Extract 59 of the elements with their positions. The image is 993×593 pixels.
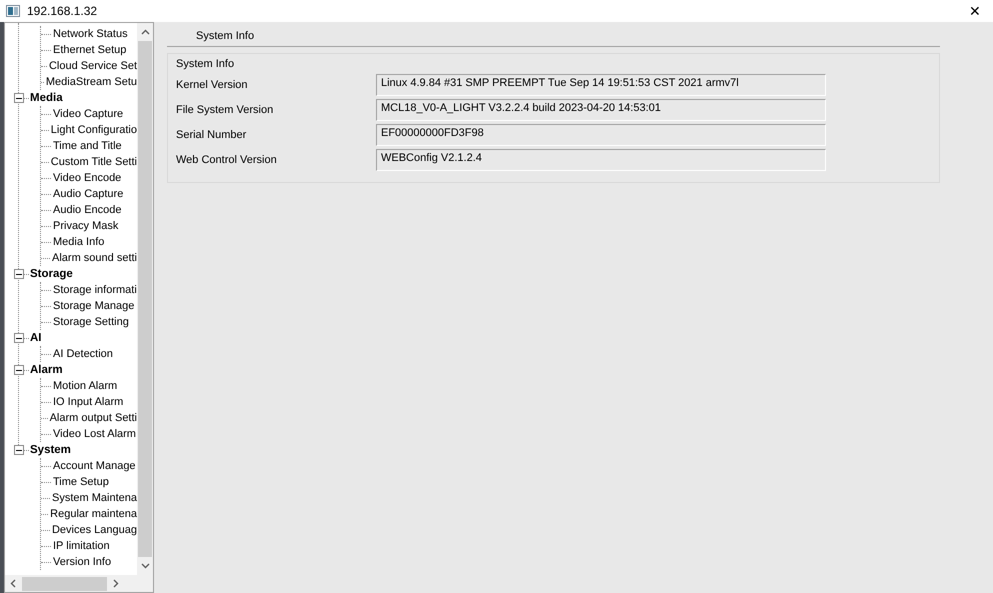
collapse-toggle[interactable] (14, 445, 24, 455)
tree-item[interactable]: Audio Encode (53, 204, 122, 216)
tree-item[interactable]: MediaStream Setu (46, 76, 137, 88)
scroll-up-icon[interactable] (140, 29, 150, 35)
tree-item[interactable]: Storage Setting (53, 316, 129, 328)
tree-item[interactable]: Video Encode (53, 172, 122, 184)
collapse-toggle[interactable] (14, 365, 24, 375)
tree-item[interactable]: Storage Manage (53, 300, 134, 312)
tree-group[interactable]: System (30, 444, 71, 456)
tree-item[interactable]: Time and Title (53, 140, 122, 152)
scroll-thumb[interactable] (138, 41, 152, 557)
tree-item[interactable]: Motion Alarm (53, 380, 118, 392)
tab[interactable]: System Info (196, 30, 254, 42)
tree-group[interactable]: Media (30, 92, 63, 104)
tree-group[interactable]: AI (30, 332, 42, 344)
scroll-thumb[interactable] (22, 576, 107, 590)
field-label: Web Control Version (176, 154, 278, 166)
window-title: 192.168.1.32 (27, 4, 98, 18)
text-field[interactable]: EF00000000FD3F98 (376, 124, 826, 146)
vertical-scrollbar[interactable] (137, 23, 153, 575)
collapse-toggle[interactable] (14, 333, 24, 343)
scroll-right-icon[interactable] (113, 579, 119, 588)
tree-item[interactable]: Custom Title Setti (50, 156, 137, 168)
tree-item[interactable]: Account Manage (53, 460, 136, 472)
scroll-down-icon[interactable] (140, 563, 150, 569)
tree-item[interactable]: System Maintena (52, 492, 137, 504)
tree-item[interactable]: AI Detection (53, 348, 113, 360)
tree-item[interactable]: Video Capture (53, 108, 124, 120)
collapse-toggle[interactable] (14, 269, 24, 279)
tree-item[interactable]: Video Lost Alarm (53, 428, 136, 440)
text-field[interactable]: MCL18_V0-A_LIGHT V3.2.2.4 build 2023-04-20 14:53:01 (376, 98, 826, 120)
close-button[interactable]: ✕ (963, 3, 987, 19)
tree-group[interactable]: Storage (30, 268, 73, 280)
text-field[interactable]: Linux 4.9.84 #31 SMP PREEMPT Tue Sep 14 19:51:53 CST 2021 armv7l (376, 74, 826, 96)
tree-item[interactable]: Ethernet Setup (53, 44, 126, 56)
tree-item[interactable]: Storage informati (53, 284, 137, 296)
window-icon (6, 5, 20, 17)
tree-item[interactable]: Privacy Mask (53, 220, 118, 232)
tree-item[interactable]: Devices Languag (52, 524, 137, 536)
tree-item[interactable]: Audio Capture (53, 188, 124, 200)
tree-item[interactable]: Media Info (53, 236, 104, 248)
field-label: Kernel Version (176, 78, 249, 90)
tree-item[interactable]: Regular maintena (50, 508, 137, 520)
tree-group[interactable]: Alarm (30, 364, 63, 376)
tree-item[interactable]: Network Status (53, 28, 128, 40)
tree-item[interactable]: Version Info (53, 556, 112, 568)
tree-item[interactable]: Time Setup (53, 476, 109, 488)
tree-item[interactable]: Light Configuratio (50, 124, 137, 136)
text-field[interactable]: WEBConfig V2.1.2.4 (376, 148, 826, 170)
tree-item[interactable]: IO Input Alarm (53, 396, 124, 408)
field-label: File System Version (176, 104, 274, 116)
group-title: System Info (176, 58, 236, 70)
tree-item[interactable]: IP limitation (53, 540, 110, 552)
tree-item[interactable]: Alarm sound setti (52, 252, 137, 264)
collapse-toggle[interactable] (14, 93, 24, 103)
tree-item[interactable]: Cloud Service Set (48, 60, 137, 72)
tree-item[interactable]: Alarm output Setti (50, 412, 137, 424)
field-label: Serial Number (176, 128, 248, 140)
scroll-left-icon[interactable] (10, 579, 16, 588)
